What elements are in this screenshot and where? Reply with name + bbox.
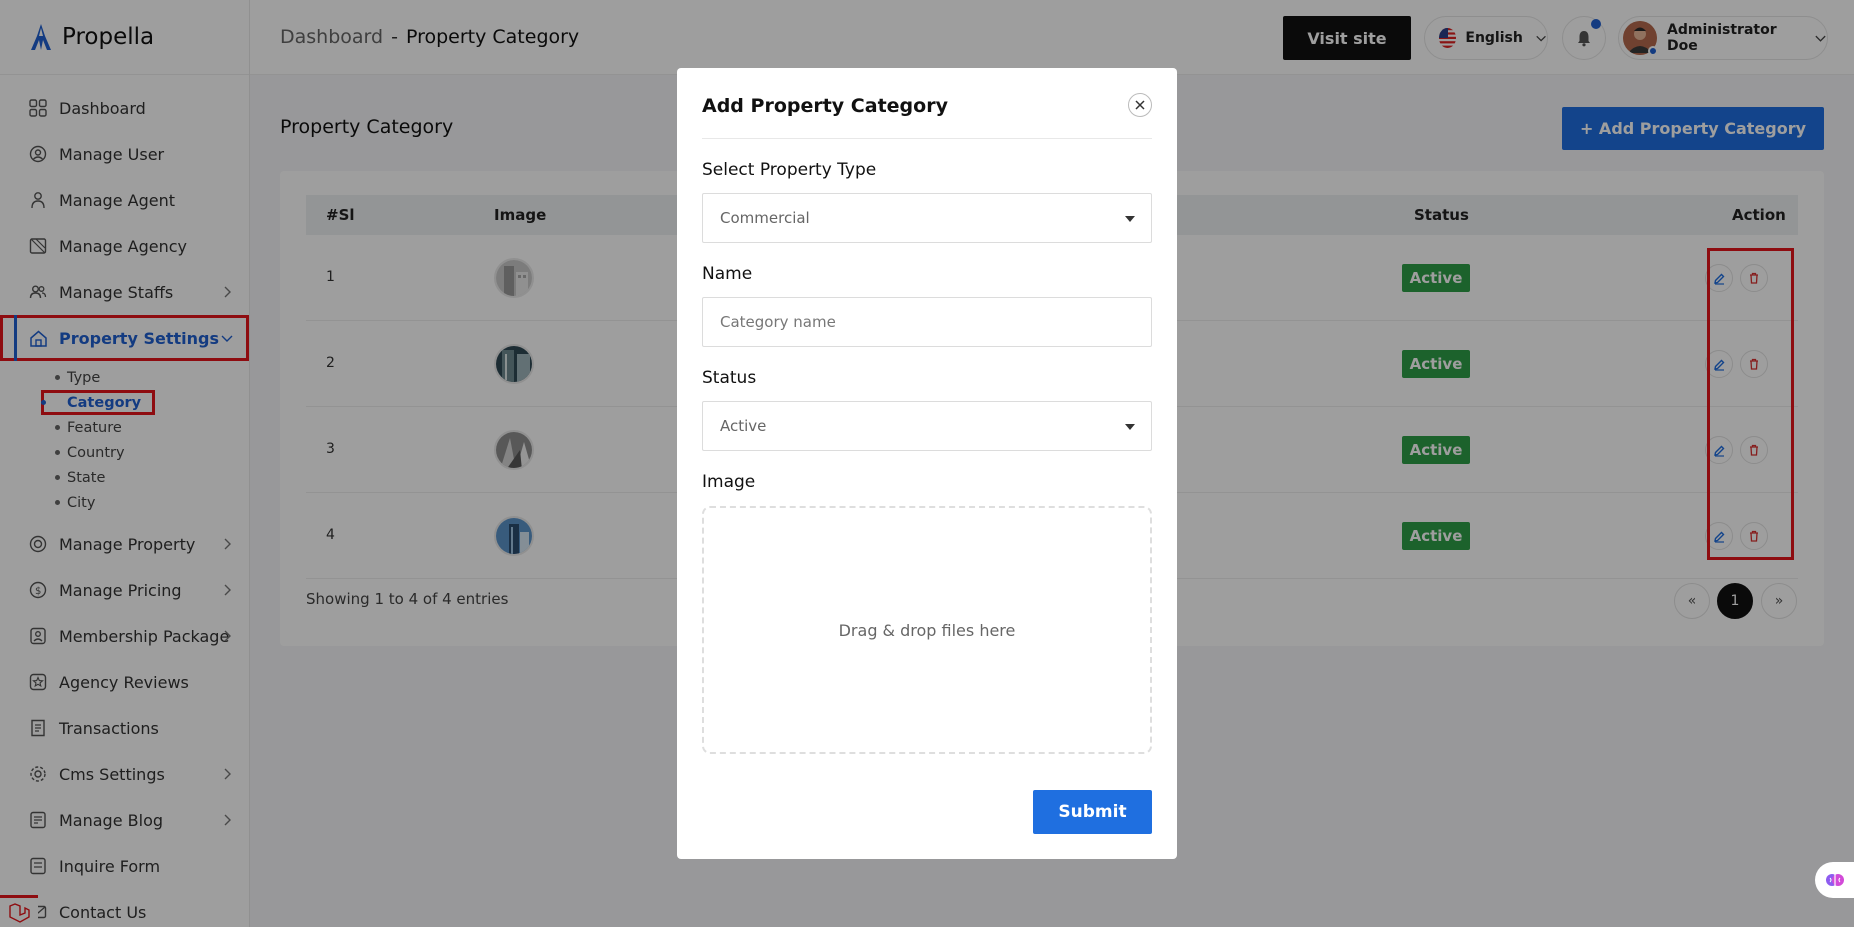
property-type-value: Commercial bbox=[720, 209, 810, 227]
name-label: Name bbox=[702, 264, 753, 284]
property-type-select[interactable]: Commercial bbox=[702, 193, 1152, 243]
dropzone-text: Drag & drop files here bbox=[838, 620, 1016, 640]
property-type-label: Select Property Type bbox=[702, 160, 877, 180]
brain-icon bbox=[1826, 874, 1844, 886]
status-value: Active bbox=[720, 417, 767, 435]
caret-down-icon bbox=[1125, 424, 1135, 430]
status-select[interactable]: Active bbox=[702, 401, 1152, 451]
category-name-input[interactable] bbox=[720, 313, 1151, 331]
assistant-widget-button[interactable] bbox=[1815, 862, 1854, 898]
submit-button[interactable]: Submit bbox=[1033, 790, 1152, 834]
modal-divider bbox=[702, 138, 1152, 139]
close-button[interactable] bbox=[1128, 93, 1152, 117]
image-label: Image bbox=[702, 472, 756, 492]
close-icon bbox=[1135, 100, 1145, 110]
name-field-wrapper bbox=[702, 297, 1152, 347]
image-dropzone[interactable]: Drag & drop files here bbox=[702, 506, 1152, 754]
status-label: Status bbox=[702, 368, 757, 388]
caret-down-icon bbox=[1125, 216, 1135, 222]
modal-title: Add Property Category bbox=[702, 95, 948, 117]
add-category-modal: Add Property Category Select Property Ty… bbox=[677, 68, 1177, 859]
